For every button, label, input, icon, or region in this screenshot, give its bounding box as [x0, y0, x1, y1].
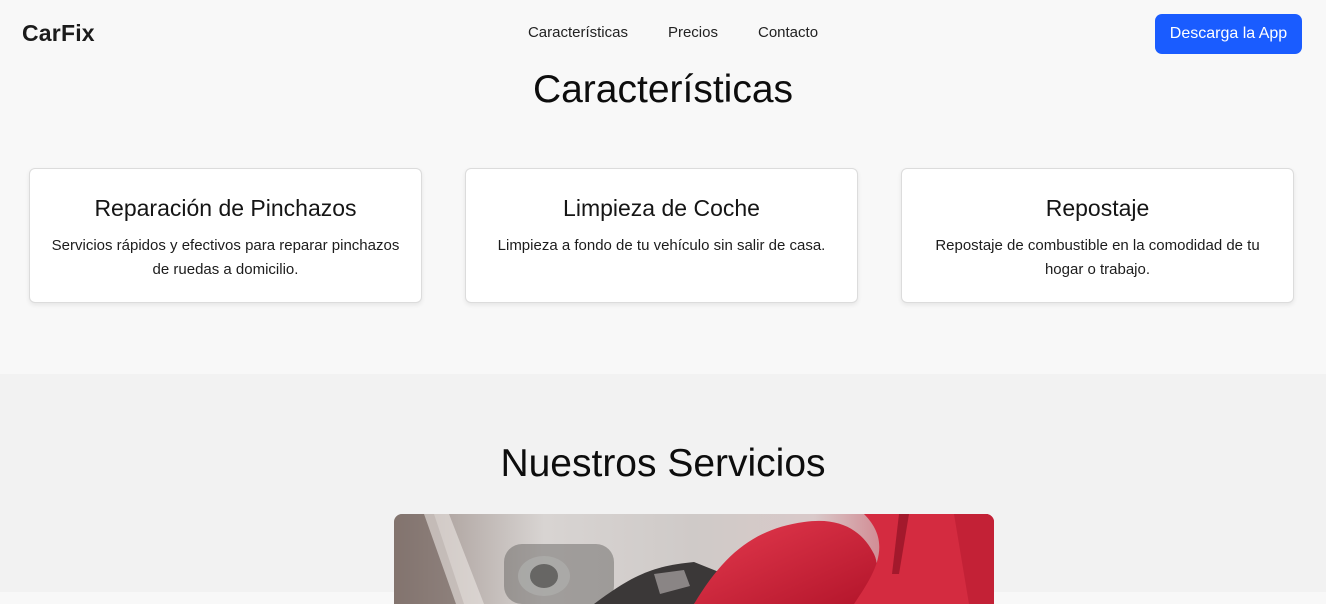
navbar: CarFix Características Precios Contacto … [0, 0, 1326, 68]
feature-card-title: Reparación de Pinchazos [94, 195, 357, 221]
feature-card-title: Repostaje [1045, 195, 1150, 221]
feature-card-description: Servicios rápidos y efectivos para repar… [51, 237, 400, 278]
feature-card-cleaning: Limpieza de Coche Limpieza a fondo de tu… [465, 168, 858, 303]
features-title: Características [532, 68, 794, 111]
feature-card-puncture: Reparación de Pinchazos Servicios rápido… [29, 168, 422, 303]
feature-cards: Reparación de Pinchazos Servicios rápido… [29, 168, 1294, 303]
services-title: Nuestros Servicios [500, 442, 826, 485]
feature-card-description: Repostaje de combustible en la comodidad… [935, 237, 1260, 278]
fuel-pump-photo-icon [394, 514, 994, 604]
feature-card-title: Limpieza de Coche [563, 195, 760, 221]
nav-link-precios[interactable]: Precios [668, 24, 718, 41]
nav-link-contacto[interactable]: Contacto [758, 24, 818, 41]
nav-link-caracteristicas[interactable]: Características [528, 24, 628, 41]
download-app-button[interactable]: Descarga la App [1155, 14, 1302, 54]
nav-links: Características Precios Contacto [0, 24, 1326, 41]
feature-card-refuel: Repostaje Repostaje de combustible en la… [901, 168, 1294, 303]
service-image [394, 514, 994, 604]
feature-card-description: Limpieza a fondo de tu vehículo sin sali… [497, 237, 826, 254]
